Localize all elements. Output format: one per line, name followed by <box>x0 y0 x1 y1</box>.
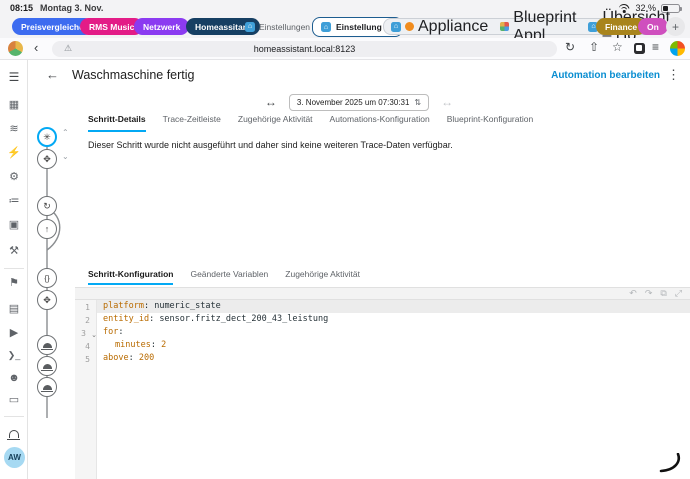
tab-geaenderte-variablen[interactable]: Geänderte Variablen <box>190 269 268 285</box>
code-line: platform: numeric_state <box>97 300 690 313</box>
home-assistant-icon: ⌂ <box>245 22 255 32</box>
browser-back-icon[interactable]: ‹ <box>34 40 38 55</box>
trace-graph: ✳ ✥ ↻ ↑ {} ✥ ⌃ ⌄ <box>28 112 76 442</box>
line-number: 2 <box>85 316 90 325</box>
flag-icon[interactable]: ⚑ <box>0 276 28 289</box>
tab-schritt-konfiguration[interactable]: Schritt-Konfiguration <box>88 269 173 285</box>
editor-toolbar: ↶ ↷ ⧉ ⤢ <box>75 287 690 300</box>
vacuum-icon[interactable]: ⚙ <box>0 170 28 183</box>
ha-header: ← Waschmaschine fertig Automation bearbe… <box>28 60 690 90</box>
collapse-down-icon[interactable]: ⌄ <box>62 152 69 161</box>
tab-zugehoerige-aktivitaet-2[interactable]: Zugehörige Aktivität <box>285 269 360 285</box>
tab-automations-konfiguration[interactable]: Automations-Konfiguration <box>330 114 430 132</box>
energy-icon[interactable]: ⚡ <box>0 146 28 159</box>
blueprint-favicon <box>500 22 509 31</box>
overflow-menu-icon[interactable]: ⋮ <box>667 67 680 83</box>
appliance-favicon <box>405 22 414 31</box>
tab-blueprint-konfiguration[interactable]: Blueprint-Konfiguration <box>447 114 533 132</box>
code-line: entity_id: sensor.fritz_dect_200_43_leis… <box>97 313 690 326</box>
play-box-icon[interactable]: ▶ <box>0 326 28 339</box>
new-tab-button[interactable]: + <box>666 17 685 36</box>
trace-node-repeat[interactable]: ↻ <box>37 196 57 216</box>
trace-node-service-call[interactable] <box>37 356 57 376</box>
favorite-star-icon[interactable]: ☆ <box>612 40 623 54</box>
code-line: for: <box>97 326 690 339</box>
terminal-icon[interactable]: ❯_ <box>0 350 28 361</box>
trace-select[interactable]: 3. November 2025 um 07:30:31 ⇅ <box>289 94 429 111</box>
edit-automation-link[interactable]: Automation bearbeiten <box>551 70 660 81</box>
line-number: 5 <box>85 355 90 364</box>
tab-group-on[interactable]: On <box>638 18 668 35</box>
status-bar: 08:15 Montag 3. Nov. 32 % <box>0 0 690 16</box>
detail-tabs: Schritt-Details Trace-Zeitleiste Zugehör… <box>88 114 678 132</box>
trace-node-choose[interactable]: ✥ <box>37 290 57 310</box>
printer-icon[interactable]: ▤ <box>0 302 28 315</box>
tab-appliance[interactable]: Appliance <box>418 18 488 36</box>
code-line: minutes: 2 <box>97 339 690 352</box>
browser-menu-icon[interactable]: ≡ <box>652 40 659 54</box>
fullscreen-icon[interactable]: ⤢ <box>675 288 682 299</box>
avatar[interactable]: AW <box>4 447 25 468</box>
prev-trace-icon[interactable]: ↔ <box>265 95 277 109</box>
editor-gutter: 1 2 3 ⌄ 4 5 <box>75 300 97 479</box>
tools-icon[interactable]: ⚒ <box>0 244 28 257</box>
account-icon[interactable]: ☻ <box>0 372 28 384</box>
copy-icon[interactable]: ⧉ <box>660 288 666 299</box>
trace-node-condition[interactable]: ✥ <box>37 149 57 169</box>
sidebar-menu-icon[interactable]: ☰ <box>0 70 28 84</box>
code-line: above: 200 <box>97 352 690 365</box>
service-call-icon <box>43 385 52 390</box>
collapse-up-icon[interactable]: ⌃ <box>62 128 69 137</box>
back-arrow-icon[interactable]: ← <box>46 67 59 82</box>
redo-icon[interactable]: ↷ <box>645 288 653 299</box>
copilot-icon[interactable] <box>670 41 685 56</box>
site-favicon[interactable] <box>8 41 23 56</box>
collections-icon[interactable] <box>634 43 645 54</box>
line-number: 3 <box>81 329 86 338</box>
page-title: Waschmaschine fertig <box>72 68 195 82</box>
tab-einstellungen-prev[interactable]: ⌂ Einstellungen – <box>245 18 317 35</box>
photo-icon[interactable]: ▭ <box>0 393 28 406</box>
home-assistant-icon: ⌂ <box>321 22 331 32</box>
trace-node-stop[interactable]: ↑ <box>37 219 57 239</box>
not-secure-warning-icon: ⚠ <box>64 43 72 54</box>
tab-trace-zeitleiste[interactable]: Trace-Zeitleiste <box>163 114 221 132</box>
home-assistant-icon: ⌂ <box>391 22 401 32</box>
yaml-editor[interactable]: platform: numeric_state entity_id: senso… <box>97 300 690 479</box>
trace-node-service-call[interactable] <box>37 377 57 397</box>
date: Montag 3. Nov. <box>40 3 103 13</box>
select-updown-icon: ⇅ <box>414 98 421 107</box>
browser-tab-strip: Preisvergleiche RMS Music Netzwerk Homea… <box>0 16 690 38</box>
tab-schritt-details[interactable]: Schritt-Details <box>88 114 146 132</box>
clock: 08:15 <box>10 3 33 13</box>
address-bar: ‹ ⚠ homeassistant.local:8123 ↻ ⇧ ☆ ≡ <box>0 38 690 60</box>
tab-zugehoerige-aktivitaet[interactable]: Zugehörige Aktivität <box>238 114 313 132</box>
dashboard-icon[interactable]: ▦ <box>0 98 28 111</box>
reload-icon[interactable]: ↻ <box>565 40 575 54</box>
ipad-screen: 08:15 Montag 3. Nov. 32 % Preisvergleich… <box>0 0 690 479</box>
next-trace-icon[interactable]: ↔ <box>441 95 453 109</box>
trace-nav: ↔ 3. November 2025 um 07:30:31 ⇅ ↔ <box>28 90 690 114</box>
step-details-message: Dieser Schritt wurde nicht ausgeführt un… <box>88 140 648 150</box>
line-number: 1 <box>85 303 90 312</box>
line-number: 4 <box>85 342 90 351</box>
trace-node-service-call[interactable] <box>37 335 57 355</box>
share-icon[interactable]: ⇧ <box>589 40 599 54</box>
trace-node-wait-template[interactable]: {} <box>37 268 57 288</box>
trace-node-trigger[interactable]: ✳ <box>37 127 57 147</box>
url-field[interactable]: ⚠ homeassistant.local:8123 <box>52 41 557 57</box>
scribble-handle[interactable] <box>658 453 682 473</box>
service-call-icon <box>43 364 52 369</box>
ha-sidebar: ☰ ▦ ≋ ⚡ ⚙ ≔ ▣ ⚒ ⚑ ▤ ▶ ❯_ ☻ ▭ AW <box>0 60 28 479</box>
undo-icon[interactable]: ↶ <box>629 288 637 299</box>
notifications-bell-icon[interactable] <box>9 430 19 438</box>
url-text: homeassistant.local:8123 <box>254 44 356 54</box>
waves-icon[interactable]: ≋ <box>0 122 28 135</box>
config-tabs: Schritt-Konfiguration Geänderte Variable… <box>88 269 360 285</box>
logbook-icon[interactable]: ≔ <box>0 194 28 207</box>
tab-group-netzwerk[interactable]: Netzwerk <box>134 18 189 35</box>
trace-timestamp: 3. November 2025 um 07:30:31 <box>297 98 410 107</box>
service-call-icon <box>43 343 52 348</box>
media-icon[interactable]: ▣ <box>0 218 28 231</box>
